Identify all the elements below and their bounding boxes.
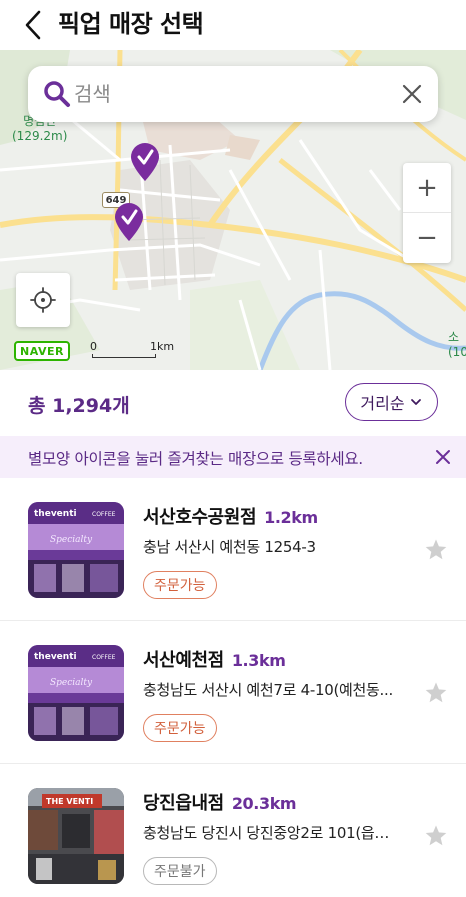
- scale-zero-label: 0: [90, 340, 97, 353]
- store-name-line: 당진읍내점 20.3km: [143, 789, 297, 815]
- store-name-line: 서산호수공원점 1.2km: [143, 503, 318, 529]
- store-list-item[interactable]: theventi COFFEE Specialty 서산호수공원점 1.2km 충…: [0, 478, 466, 621]
- store-distance: 20.3km: [231, 794, 297, 813]
- store-thumbnail: theventi COFFEE Specialty: [28, 645, 124, 741]
- favorite-star-icon[interactable]: [424, 824, 448, 848]
- sort-dropdown[interactable]: 거리순: [345, 383, 438, 421]
- store-name: 서산호수공원점: [143, 507, 257, 528]
- store-pin-icon[interactable]: [112, 202, 146, 242]
- order-status-badge: 주문불가: [143, 857, 217, 885]
- store-address: 충청남도 당진시 당진중앙2로 101(읍…: [143, 824, 390, 842]
- search-bar: [28, 66, 438, 122]
- zoom-out-button[interactable]: −: [403, 213, 451, 263]
- scale-km-label: 1km: [150, 340, 175, 353]
- store-list-item[interactable]: THE VENTI 당진읍내점 20.3km 충청남도 당진시 당진중앙2로 10…: [0, 764, 466, 897]
- store-name: 서산예천점: [143, 650, 224, 671]
- store-list-item[interactable]: theventi COFFEE Specialty 서산예천점 1.3km 충청남…: [0, 621, 466, 764]
- close-icon[interactable]: [434, 448, 452, 466]
- store-thumbnail: THE VENTI: [28, 788, 124, 884]
- scale-line: [92, 354, 156, 358]
- favorite-star-icon[interactable]: [424, 538, 448, 562]
- svg-text:Specialty: Specialty: [50, 535, 93, 545]
- zoom-in-button[interactable]: +: [403, 163, 451, 213]
- store-pin-icon[interactable]: [128, 142, 162, 182]
- zoom-control: + −: [403, 163, 451, 263]
- store-thumbnail: theventi COFFEE Specialty: [28, 502, 124, 598]
- order-status-badge: 주문가능: [143, 714, 217, 742]
- store-count: 총 1,294개: [28, 395, 130, 417]
- search-icon: [42, 79, 72, 109]
- svg-text:THE VENTI: THE VENTI: [46, 797, 93, 806]
- svg-text:theventi: theventi: [34, 509, 77, 519]
- store-name-line: 서산예천점 1.3km: [143, 646, 286, 672]
- store-distance: 1.3km: [231, 651, 286, 670]
- sort-label: 거리순: [360, 394, 405, 413]
- clear-icon[interactable]: [400, 82, 424, 106]
- store-name: 당진읍내점: [143, 793, 224, 814]
- chevron-down-icon: [410, 399, 421, 405]
- map-scale: 0 1km: [90, 340, 180, 360]
- store-count-bar: 총 1,294개 거리순: [0, 370, 466, 436]
- svg-text:theventi: theventi: [34, 652, 77, 662]
- svg-text:COFFEE: COFFEE: [92, 511, 116, 518]
- current-location-button[interactable]: [16, 273, 70, 327]
- page-title: 픽업 매장 선택: [58, 10, 204, 38]
- header: 픽업 매장 선택: [0, 0, 466, 50]
- naver-logo: NAVER: [14, 341, 70, 361]
- store-address: 충남 서산시 예천동 1254-3: [143, 538, 316, 556]
- favorite-notice: 별모양 아이콘을 눌러 즐겨찾는 매장으로 등록하세요.: [0, 436, 466, 478]
- svg-text:COFFEE: COFFEE: [92, 654, 116, 661]
- crosshair-icon: [30, 287, 56, 313]
- store-distance: 1.2km: [264, 508, 318, 527]
- order-status-badge: 주문가능: [143, 571, 217, 599]
- map-label-edge: 소 (10: [448, 330, 466, 359]
- notice-text: 별모양 아이콘을 눌러 즐겨찾는 매장으로 등록하세요.: [28, 450, 363, 468]
- search-input[interactable]: [74, 78, 374, 110]
- back-arrow-icon[interactable]: [18, 8, 52, 42]
- store-address: 충청남도 서산시 예천7로 4-10(예천동...: [143, 681, 393, 699]
- favorite-star-icon[interactable]: [424, 681, 448, 705]
- svg-text:Specialty: Specialty: [50, 678, 93, 688]
